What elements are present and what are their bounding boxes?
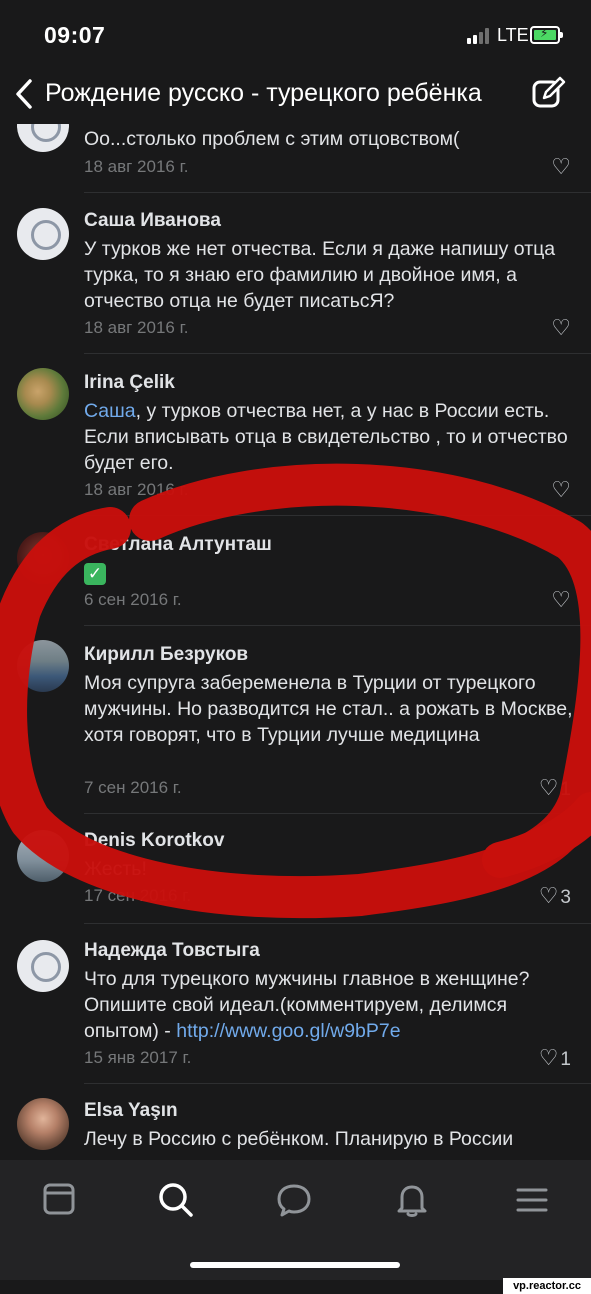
signal-icon <box>467 28 493 44</box>
comment-text: Что для турецкого мужчины главное в женщ… <box>84 968 530 1042</box>
heart-icon: ♡ <box>551 154 571 179</box>
like-button[interactable]: ♡ <box>551 154 571 180</box>
avatar[interactable] <box>17 208 69 260</box>
comment-author[interactable]: Irina Çelik <box>84 372 175 394</box>
comment-date: 17 сен 2016 г. <box>84 886 192 905</box>
comment-date: 15 янв 2017 г. <box>84 1048 192 1067</box>
heart-icon: ♡ <box>551 315 571 340</box>
like-count: 1 <box>560 1049 571 1070</box>
menu-icon[interactable] <box>512 1180 552 1220</box>
comment-text: Саша, у турков отчества нет, а у нас в Р… <box>84 400 568 474</box>
comment-item: Кирилл Безруков Моя супруга забеременела… <box>0 626 591 814</box>
heart-icon: ♡ <box>538 883 559 908</box>
messages-icon[interactable] <box>274 1180 314 1220</box>
comment-item: Светлана Алтунташ ✓ 6 сен 2016 г. ♡ <box>0 516 591 626</box>
comment-item: Irina Çelik Саша, у турков отчества нет,… <box>0 354 591 516</box>
comment-item: Саша Иванова У турков же нет отчества. Е… <box>0 192 591 354</box>
home-indicator[interactable] <box>190 1262 400 1268</box>
like-button[interactable]: ♡ 1 <box>539 775 571 801</box>
comments-list: Оо...столько проблем с этим отцовством( … <box>0 124 591 1160</box>
comment-text: У турков же нет отчества. Если я даже на… <box>84 238 556 312</box>
heart-icon: ♡ <box>551 587 571 612</box>
feed-icon[interactable] <box>40 1180 80 1220</box>
comment-item: Elsa Yaşın Лечу в Россию с ребёнком. Пла… <box>0 1084 591 1160</box>
like-count: 3 <box>560 887 571 908</box>
like-button[interactable]: ♡ 3 <box>539 883 571 909</box>
like-button[interactable]: ♡ 1 <box>539 1045 571 1071</box>
comment-text: Лечу в Россию с ребёнком. Планирую в Рос… <box>84 1128 514 1150</box>
avatar[interactable] <box>17 830 69 882</box>
avatar[interactable] <box>17 124 69 152</box>
network-type: LTE <box>497 25 529 45</box>
comment-author[interactable]: Надежда Товстыга <box>84 940 260 962</box>
watermark: vp.reactor.cc <box>503 1278 591 1294</box>
comment-date: 18 авг 2016 г. <box>84 157 189 176</box>
comment-date: 6 сен 2016 г. <box>84 590 182 609</box>
nav-bar: Рождение русско - турецкого ребёнка <box>0 66 591 124</box>
like-button[interactable]: ♡ <box>551 587 571 613</box>
comment-date: 7 сен 2016 г. <box>84 778 182 797</box>
comment-text: Жесть! <box>84 858 147 880</box>
search-icon[interactable] <box>156 1180 196 1220</box>
avatar[interactable] <box>17 940 69 992</box>
battery-icon <box>530 26 563 44</box>
check-mark-icon: ✓ <box>84 563 106 585</box>
comment-item: Надежда Товстыга Что для турецкого мужчи… <box>0 924 591 1084</box>
clock: 09:07 <box>44 22 106 48</box>
comment-text: Моя супруга забеременела в Турции от тур… <box>84 672 573 746</box>
avatar[interactable] <box>17 1098 69 1150</box>
comment-author[interactable]: Светлана Алтунташ <box>84 534 272 556</box>
comment-date: 18 авг 2016 г. <box>84 318 189 337</box>
like-button[interactable]: ♡ <box>551 315 571 341</box>
comment-author[interactable]: Кирилл Безруков <box>84 644 248 666</box>
comment-author[interactable]: Саша Иванова <box>84 210 221 232</box>
external-link[interactable]: http://www.goo.gl/w9bP7e <box>176 1020 400 1042</box>
chevron-left-icon[interactable] <box>14 78 34 116</box>
page-title: Рождение русско - турецкого ребёнка <box>45 79 482 107</box>
heart-icon: ♡ <box>551 477 571 502</box>
status-bar: 09:07 LTE <box>0 0 591 66</box>
comment-date: 18 авг 2016 г. <box>84 480 189 499</box>
notifications-icon[interactable] <box>392 1180 432 1220</box>
heart-icon: ♡ <box>538 1045 559 1070</box>
avatar[interactable] <box>17 368 69 420</box>
comment-text: Оо...столько проблем с этим отцовством( <box>84 128 460 150</box>
comment-text: ✓ <box>84 560 574 586</box>
comment-author[interactable]: Elsa Yaşın <box>84 1100 178 1122</box>
comment-author[interactable]: Denis Korotkov <box>84 830 224 852</box>
comment-item: Оо...столько проблем с этим отцовством( … <box>0 124 591 193</box>
avatar[interactable] <box>17 532 69 584</box>
mention-link[interactable]: Саша <box>84 400 136 422</box>
like-count: 1 <box>560 779 571 800</box>
heart-icon: ♡ <box>538 775 559 800</box>
avatar[interactable] <box>17 640 69 692</box>
like-button[interactable]: ♡ <box>551 477 571 503</box>
compose-icon[interactable] <box>532 76 566 110</box>
comment-item: Denis Korotkov Жесть! 17 сен 2016 г. ♡ 3 <box>0 814 591 924</box>
